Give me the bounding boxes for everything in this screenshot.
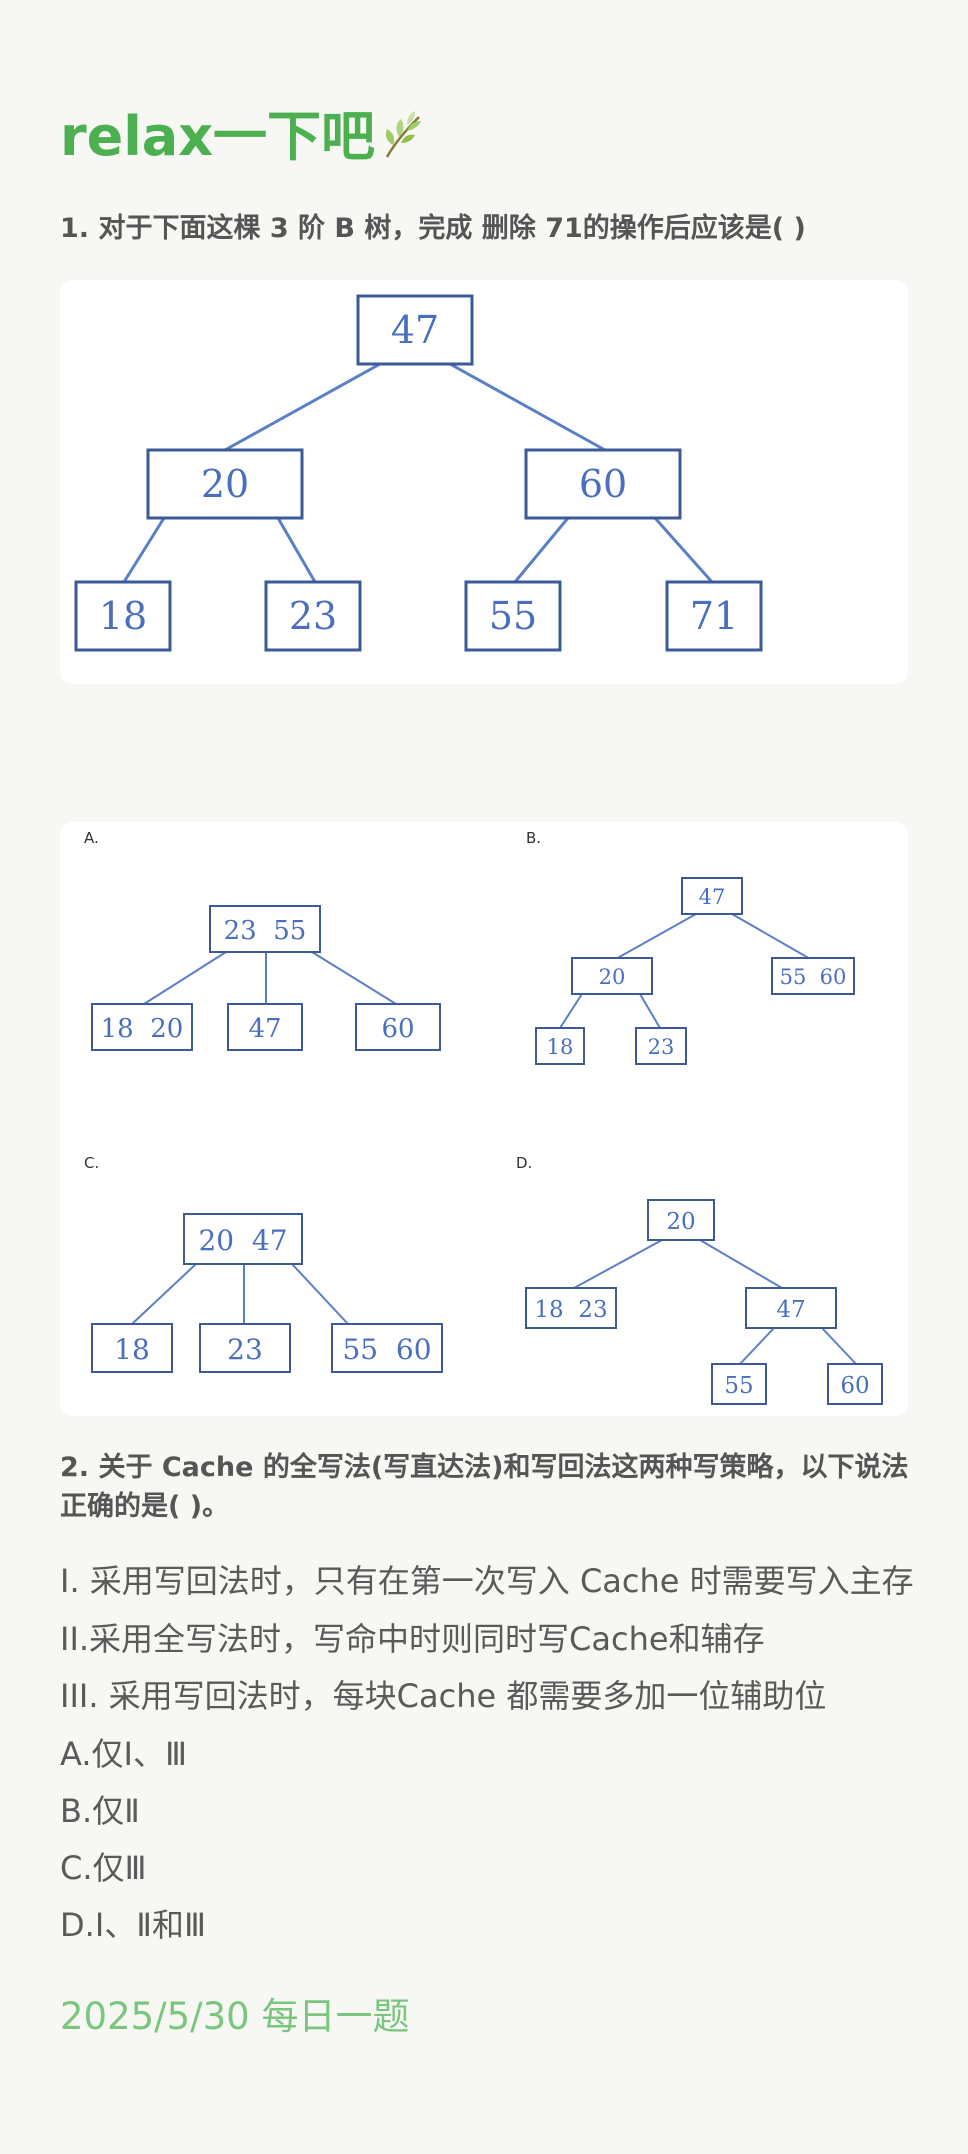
statement-1: I. 采用写回法时，只有在第一次写入 Cache 时需要写入主存 (60, 1562, 914, 1600)
options-diagram: A. 23 55 18 20 47 60 B. 47 20 55 60 18 2… (84, 829, 883, 1405)
option-d-mid-right: 47 (776, 1297, 805, 1323)
leaf-icon (385, 111, 422, 158)
answer-option-d: D.Ⅰ、Ⅱ和Ⅲ (60, 1906, 207, 1944)
option-b-label: B. (526, 829, 541, 847)
statement-2: II.采用全写法时，写命中时则同时写Cache和辅存 (60, 1620, 765, 1658)
option-c: C. 20 47 18 23 55 60 (84, 1154, 443, 1373)
option-d-root: 20 (666, 1209, 695, 1235)
option-b-leaf-2: 23 (648, 1035, 675, 1059)
option-a-child-1: 18 20 (101, 1014, 184, 1044)
tree-node-left-text: 20 (201, 462, 249, 506)
answer-option-b: B.仅Ⅱ (60, 1792, 140, 1830)
option-d-leaf-1: 55 (724, 1373, 753, 1399)
tree-leaf-3: 55 (464, 580, 562, 652)
option-a-root: 23 55 (224, 916, 307, 946)
tree-leaf-3-text: 55 (489, 594, 537, 638)
footer-date: 2025/5/30 每日一题 (60, 1995, 410, 2038)
option-c-child-1: 18 (114, 1333, 150, 1366)
question-2: 2. 关于 Cache 的全写法(写直达法)和写回法这两种写策略，以下说法正确的… (60, 1452, 909, 1522)
option-d-mid-left: 18 23 (534, 1297, 607, 1323)
statement-3: III. 采用写回法时，每块Cache 都需要多加一位辅助位 (60, 1677, 827, 1715)
question-1: 1. 对于下面这棵 3 阶 B 树，完成 删除 71的操作后应该是( ) (60, 213, 806, 244)
question-1-tree-card: 47 20 60 18 23 55 71 (60, 280, 908, 684)
tree-node-right: 60 (524, 448, 682, 520)
title-text: relax一下吧 (60, 105, 376, 168)
tree-leaf-4: 71 (665, 580, 763, 652)
option-b-mid-left: 20 (599, 965, 626, 989)
tree-leaf-2: 23 (264, 580, 362, 652)
option-a: A. 23 55 18 20 47 60 (84, 829, 441, 1051)
answer-option-c: C.仅Ⅲ (60, 1849, 147, 1887)
option-a-child-2: 47 (248, 1014, 281, 1044)
option-b: B. 47 20 55 60 18 23 (526, 829, 855, 1065)
tree-leaf-1-text: 18 (99, 594, 147, 638)
option-b-root: 47 (699, 885, 726, 909)
btree-diagram: 47 20 60 18 23 55 71 (74, 294, 763, 652)
page-title: relax一下吧 (60, 92, 427, 171)
tree-leaf-2-text: 23 (289, 594, 337, 638)
answer-option-a: A.仅Ⅰ、Ⅲ (60, 1735, 188, 1773)
tree-node-right-text: 60 (579, 462, 627, 506)
tree-leaf-4-text: 71 (690, 594, 738, 638)
option-d: D. 20 18 23 47 55 60 (516, 1154, 883, 1405)
tree-node-left: 20 (146, 448, 304, 520)
option-c-child-3: 55 60 (342, 1333, 431, 1366)
option-d-leaf-2: 60 (840, 1373, 869, 1399)
option-c-child-2: 23 (227, 1333, 263, 1366)
option-c-label: C. (84, 1154, 99, 1172)
tree-node-root: 47 (356, 294, 474, 366)
options-card: A. 23 55 18 20 47 60 B. 47 20 55 60 18 2… (60, 822, 908, 1416)
tree-node-root-text: 47 (391, 308, 439, 352)
option-a-child-3: 60 (381, 1014, 414, 1044)
tree-leaf-1: 18 (74, 580, 172, 652)
option-b-leaf-1: 18 (547, 1035, 574, 1059)
option-c-root: 20 47 (198, 1224, 287, 1257)
option-d-label: D. (516, 1154, 532, 1172)
option-b-mid-right: 55 60 (780, 965, 847, 989)
option-a-label: A. (84, 829, 99, 847)
